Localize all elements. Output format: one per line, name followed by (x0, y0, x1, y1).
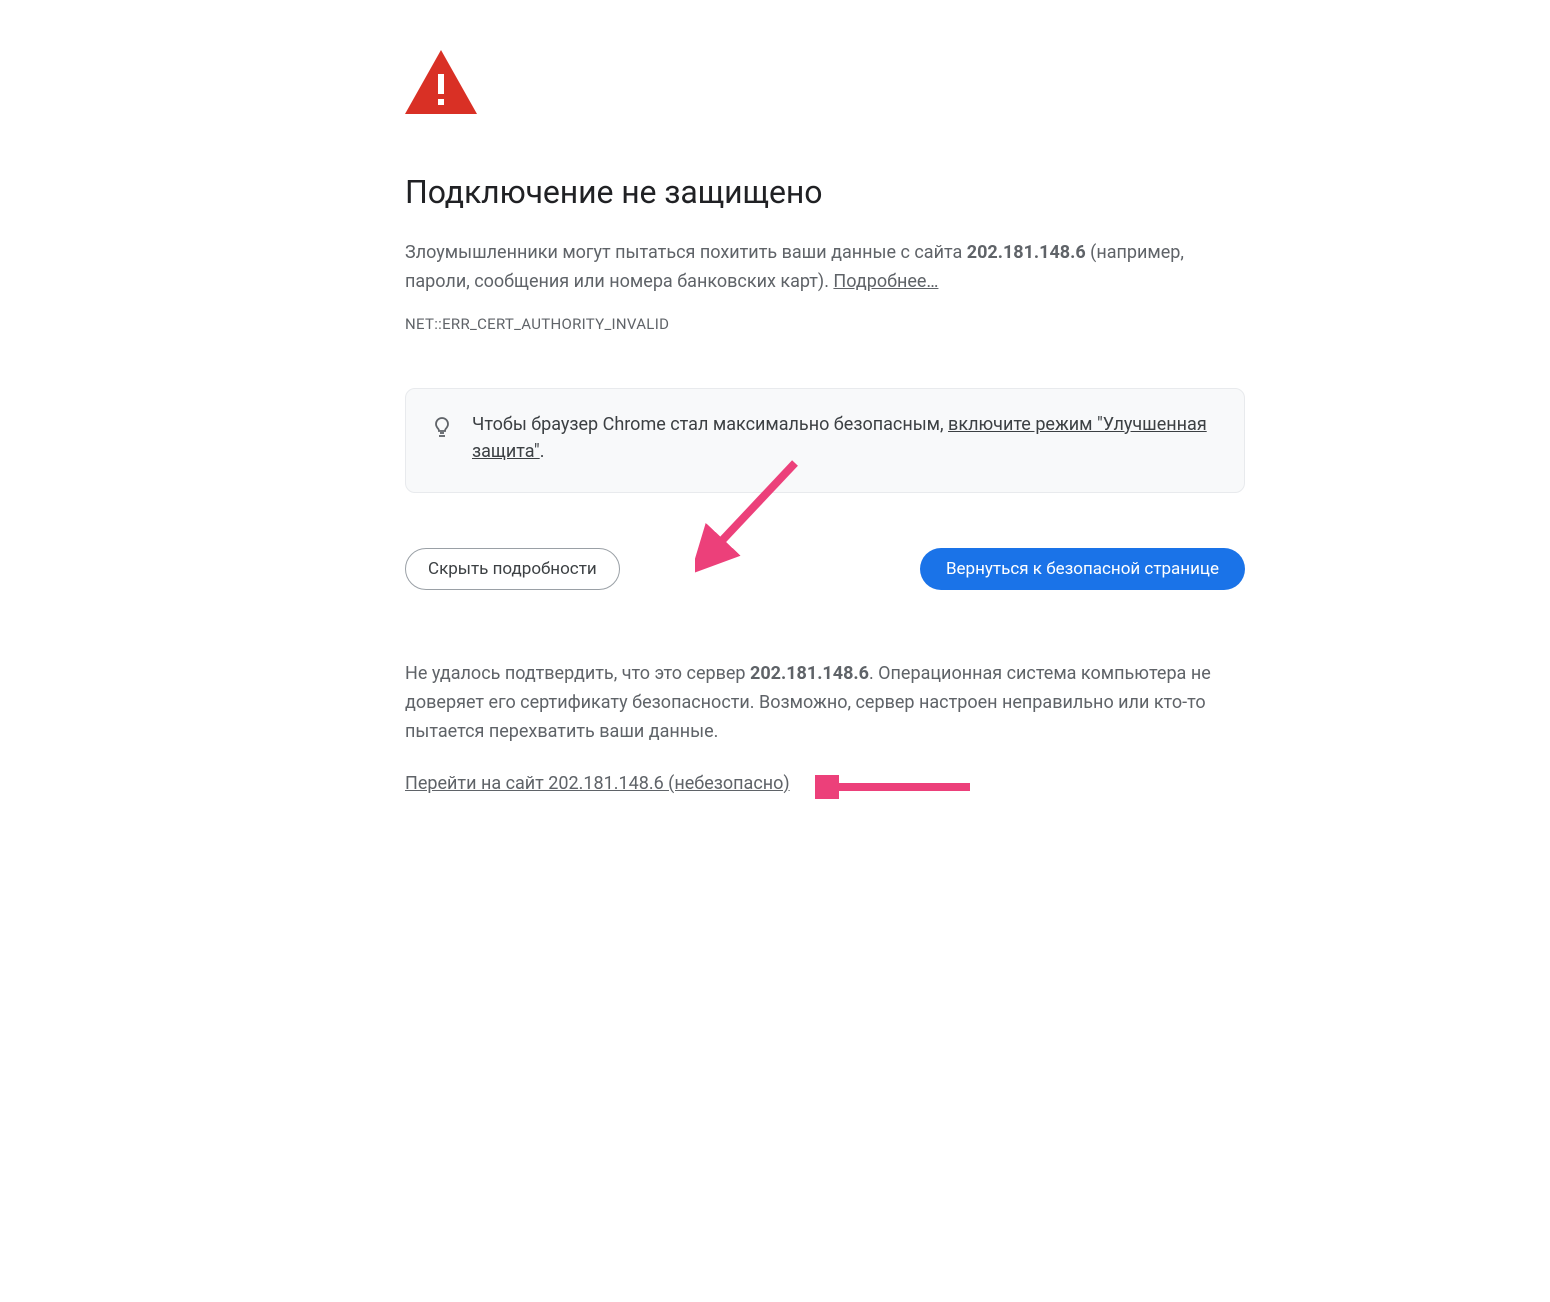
description-host: 202.181.148.6 (967, 242, 1086, 263)
learn-more-link[interactable]: Подробнее… (833, 271, 938, 292)
proceed-row: Перейти на сайт 202.181.148.6 (небезопас… (405, 773, 1245, 794)
description-prefix: Злоумышленники могут пытаться похитить в… (405, 242, 967, 263)
hide-details-button[interactable]: Скрыть подробности (405, 548, 620, 590)
safety-tip-box: Чтобы браузер Chrome стал максимально бе… (405, 388, 1245, 494)
page-title: Подключение не защищено (405, 173, 1245, 211)
tip-text: Чтобы браузер Chrome стал максимально бе… (472, 411, 1220, 467)
tip-suffix: . (540, 441, 545, 462)
details-host: 202.181.148.6 (750, 663, 869, 684)
details-text: Не удалось подтвердить, что это сервер 2… (405, 660, 1245, 746)
proceed-unsafe-link[interactable]: Перейти на сайт 202.181.148.6 (небезопас… (405, 773, 790, 794)
details-prefix: Не удалось подтвердить, что это сервер (405, 663, 750, 684)
tip-prefix: Чтобы браузер Chrome стал максимально бе… (472, 414, 948, 435)
warning-triangle-icon (405, 50, 1245, 118)
back-to-safety-button[interactable]: Вернуться к безопасной странице (920, 548, 1245, 590)
warning-description: Злоумышленники могут пытаться похитить в… (405, 239, 1245, 297)
error-page-container: Подключение не защищено Злоумышленники м… (305, 50, 1245, 794)
error-code: NET::ERR_CERT_AUTHORITY_INVALID (405, 315, 1245, 333)
lightbulb-icon (430, 415, 454, 443)
annotation-arrow-icon (815, 775, 975, 799)
button-row: Скрыть подробности Вернуться к безопасно… (405, 548, 1245, 590)
